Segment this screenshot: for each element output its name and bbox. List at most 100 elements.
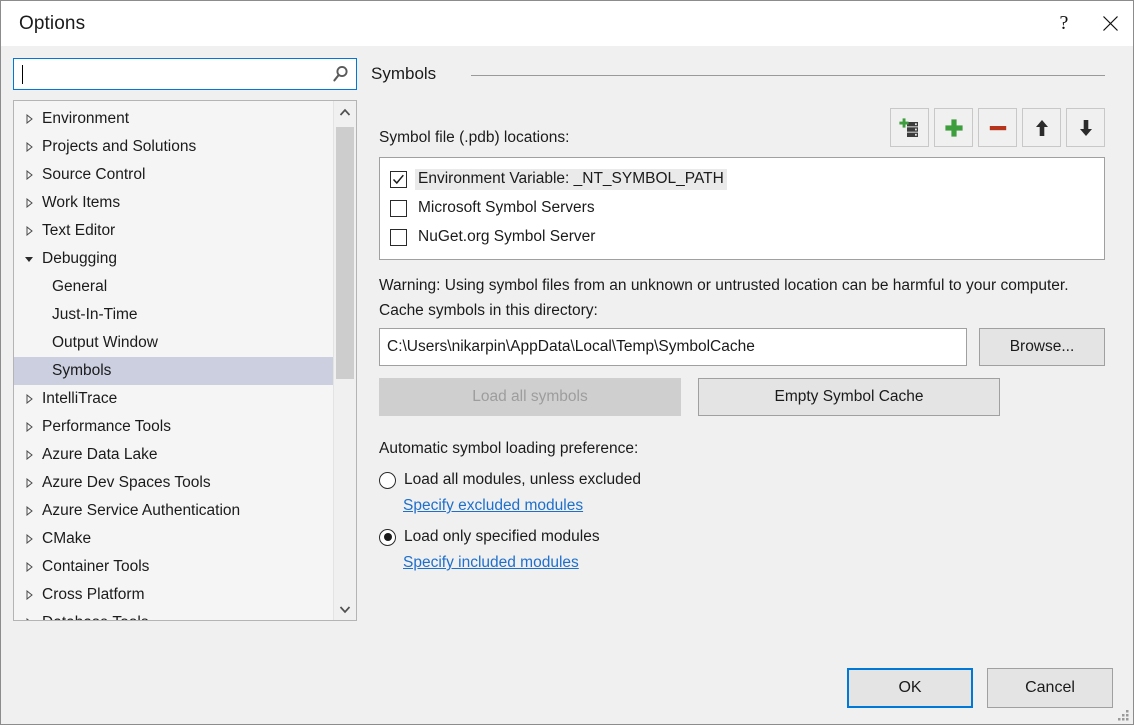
symbol-location-label: NuGet.org Symbol Server	[415, 227, 598, 248]
tree-item-performance-tools[interactable]: Performance Tools	[14, 413, 333, 441]
tree-item-azure-data-lake[interactable]: Azure Data Lake	[14, 441, 333, 469]
checkbox-unchecked-icon[interactable]	[390, 200, 407, 217]
close-button[interactable]	[1087, 1, 1133, 46]
warning-text: Warning: Using symbol files from an unkn…	[379, 274, 1093, 297]
scroll-down-icon[interactable]	[334, 598, 356, 620]
tree-item-azure-service-authentication[interactable]: Azure Service Authentication	[14, 497, 333, 525]
cache-directory-row: Browse...	[379, 328, 1105, 366]
plus-icon	[943, 117, 965, 139]
options-tree[interactable]: Environment Projects and SolutionsSource …	[13, 100, 357, 621]
chevron-right-icon[interactable]	[24, 450, 42, 460]
symbol-location-row[interactable]: Microsoft Symbol Servers	[380, 194, 1104, 223]
chevron-right-icon[interactable]	[24, 422, 42, 432]
chevron-right-icon[interactable]	[24, 394, 42, 404]
tree-item-label: Container Tools	[42, 558, 149, 576]
auto-symbol-loading-radio-group: Load all modules, unless excluded Specify…	[361, 471, 1133, 572]
arrow-up-icon	[1031, 117, 1053, 139]
specify-modules-link-row: Specify included modules	[403, 554, 1105, 572]
tree-item-cmake[interactable]: CMake	[14, 525, 333, 553]
move-down-button[interactable]	[1066, 108, 1105, 147]
tree-item-label: Output Window	[52, 334, 158, 352]
tree-item-source-control[interactable]: Source Control	[14, 161, 333, 189]
empty-symbol-cache-button[interactable]: Empty Symbol Cache	[698, 378, 1000, 416]
tree-item-cross-platform[interactable]: Cross Platform	[14, 581, 333, 609]
specify-modules-link[interactable]: Specify excluded modules	[403, 497, 583, 514]
cache-directory-label: Cache symbols in this directory:	[379, 302, 1105, 320]
chevron-right-icon[interactable]	[24, 506, 42, 516]
chevron-right-icon[interactable]	[24, 198, 42, 208]
dialog-footer: OK Cancel	[1, 652, 1133, 724]
tree-item-label: IntelliTrace	[42, 390, 117, 408]
chevron-right-icon[interactable]	[24, 618, 42, 620]
new-symbol-location-button[interactable]	[890, 108, 929, 147]
chevron-down-icon[interactable]	[24, 254, 42, 264]
tree-list: Environment Projects and SolutionsSource …	[14, 101, 333, 620]
tree-item-label: Just-In-Time	[52, 306, 138, 324]
auto-symbol-loading-label: Automatic symbol loading preference:	[379, 440, 1105, 458]
search-input[interactable]	[20, 59, 326, 89]
header-rule	[471, 75, 1105, 76]
radio-option-row[interactable]: Load all modules, unless excluded	[379, 471, 1105, 489]
add-button[interactable]	[934, 108, 973, 147]
tree-item-environment[interactable]: Environment	[14, 105, 333, 133]
tree-item-symbols[interactable]: Symbols	[14, 357, 333, 385]
browse-button[interactable]: Browse...	[979, 328, 1105, 366]
cache-directory-input[interactable]	[379, 328, 967, 366]
tree-item-label: Environment	[42, 110, 129, 128]
radio-option-row[interactable]: Load only specified modules	[379, 528, 1105, 546]
checkbox-unchecked-icon[interactable]	[390, 229, 407, 246]
tree-item-azure-dev-spaces-tools[interactable]: Azure Dev Spaces Tools	[14, 469, 333, 497]
chevron-right-icon[interactable]	[24, 478, 42, 488]
tree-item-database-tools[interactable]: Database Tools	[14, 609, 333, 620]
symbol-location-label: Microsoft Symbol Servers	[415, 198, 598, 219]
tree-scrollbar[interactable]	[333, 101, 356, 620]
specify-modules-link-row: Specify excluded modules	[403, 497, 1105, 515]
ok-button[interactable]: OK	[847, 668, 973, 708]
chevron-right-icon[interactable]	[24, 114, 42, 124]
tree-item-text-editor[interactable]: Text Editor	[14, 217, 333, 245]
chevron-right-icon[interactable]	[24, 170, 42, 180]
tree-item-label: Azure Data Lake	[42, 446, 157, 464]
search-box[interactable]	[13, 58, 357, 90]
radio-selected-icon[interactable]	[379, 529, 396, 546]
specify-modules-link[interactable]: Specify included modules	[403, 554, 579, 571]
tree-item-label: Text Editor	[42, 222, 115, 240]
resize-grip-icon[interactable]	[1116, 708, 1130, 722]
move-up-button[interactable]	[1022, 108, 1061, 147]
symbol-location-row[interactable]: NuGet.org Symbol Server	[380, 223, 1104, 252]
left-pane: Environment Projects and SolutionsSource …	[1, 46, 361, 652]
tree-scroll-thumb[interactable]	[336, 127, 354, 379]
page-header: Symbols	[371, 64, 1105, 84]
chevron-right-icon[interactable]	[24, 590, 42, 600]
radio-unselected-icon[interactable]	[379, 472, 396, 489]
tree-item-work-items[interactable]: Work Items	[14, 189, 333, 217]
tree-item-container-tools[interactable]: Container Tools	[14, 553, 333, 581]
search-icon[interactable]	[326, 64, 356, 84]
chevron-right-icon[interactable]	[24, 142, 42, 152]
tree-item-just-in-time[interactable]: Just-In-Time	[14, 301, 333, 329]
text-caret	[22, 65, 23, 84]
symbol-locations-list[interactable]: Environment Variable: _NT_SYMBOL_PATH Mic…	[379, 157, 1105, 260]
scroll-up-icon[interactable]	[334, 101, 356, 123]
right-pane: Symbols Symbol file (.pdb) locations:	[361, 46, 1133, 652]
options-dialog: Options ?	[0, 0, 1134, 725]
chevron-right-icon[interactable]	[24, 226, 42, 236]
chevron-right-icon[interactable]	[24, 534, 42, 544]
tree-item-projects-and-solutions[interactable]: Projects and Solutions	[14, 133, 333, 161]
chevron-right-icon[interactable]	[24, 562, 42, 572]
load-all-symbols-button[interactable]: Load all symbols	[379, 378, 681, 416]
help-button[interactable]: ?	[1041, 1, 1087, 46]
tree-item-output-window[interactable]: Output Window	[14, 329, 333, 357]
tree-item-general[interactable]: General	[14, 273, 333, 301]
remove-button[interactable]	[978, 108, 1017, 147]
cancel-button[interactable]: Cancel	[987, 668, 1113, 708]
tree-item-intellitrace[interactable]: IntelliTrace	[14, 385, 333, 413]
caption-button-group: ?	[1041, 1, 1133, 46]
tree-item-label: Performance Tools	[42, 418, 171, 436]
symbol-location-row[interactable]: Environment Variable: _NT_SYMBOL_PATH	[380, 165, 1104, 194]
checkbox-checked-icon[interactable]	[390, 171, 407, 188]
tree-item-label: Database Tools	[42, 614, 149, 620]
symbol-locations-toolbar	[890, 108, 1105, 147]
tree-item-debugging[interactable]: Debugging	[14, 245, 333, 273]
symbol-actions-row: Load all symbols Empty Symbol Cache	[379, 378, 1105, 416]
